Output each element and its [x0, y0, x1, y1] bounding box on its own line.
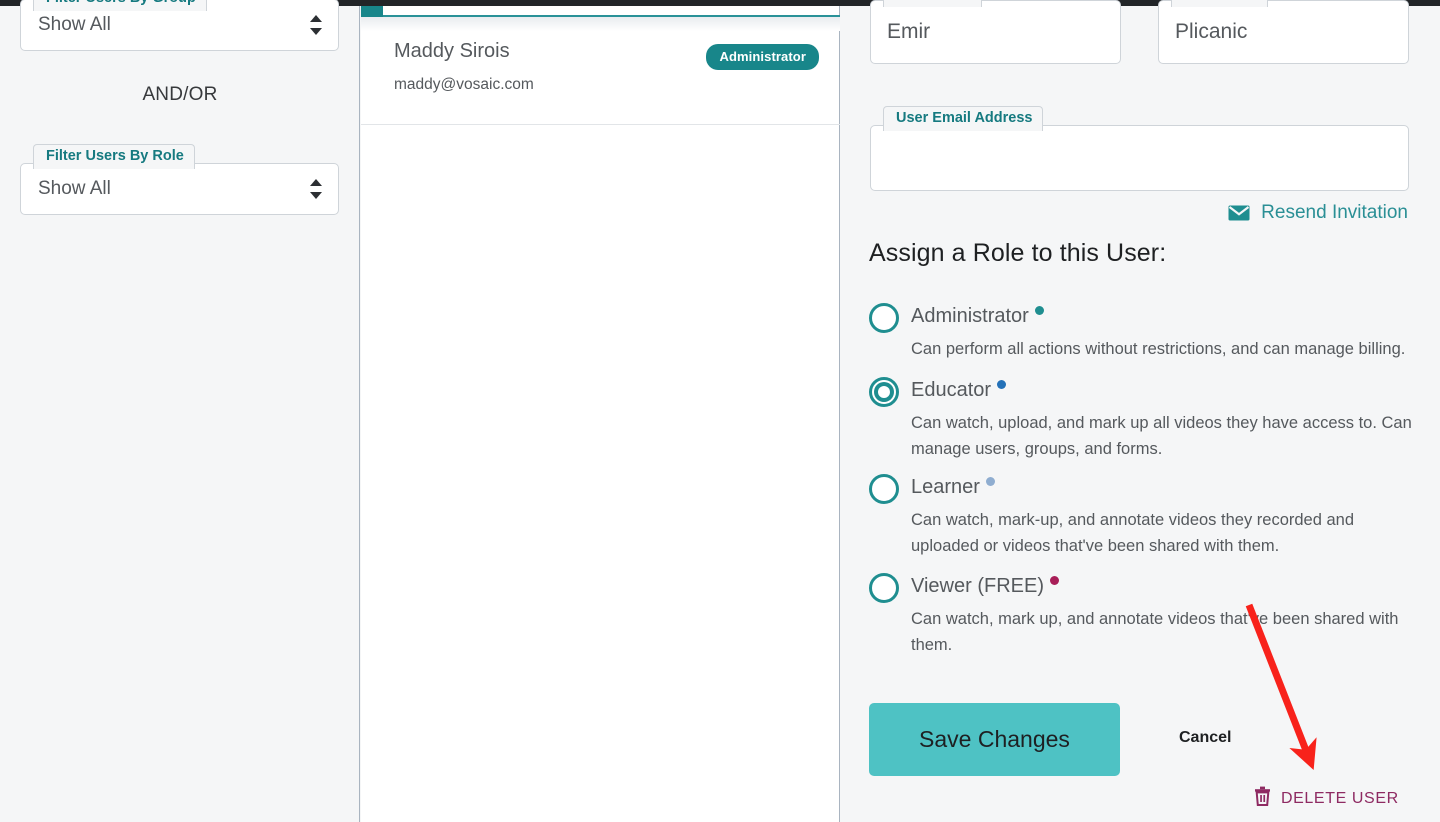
role-description-administrator: Can perform all actions without restrict…	[911, 340, 1406, 358]
user-list-panel: Maddy Sirois maddy@vosaic.com Administra…	[361, 6, 840, 822]
table-row[interactable]: Maddy Sirois maddy@vosaic.com Administra…	[361, 17, 840, 125]
radio-viewer[interactable]	[869, 573, 899, 603]
role-color-dot	[986, 477, 995, 486]
assign-role-heading: Assign a Role to this User:	[869, 239, 1167, 267]
panel-accent-tab	[361, 6, 383, 17]
envelope-icon	[1228, 205, 1250, 221]
filter-conjunction-label: AND/OR	[142, 84, 218, 105]
role-label-administrator: Administrator	[911, 305, 1029, 327]
role-color-dot	[1035, 306, 1044, 315]
user-management-screen: Filter Users By Group Show All AND/OR Fi…	[0, 0, 1440, 822]
filter-users-by-group-label: Filter Users By Group	[33, 0, 207, 11]
role-color-dot	[997, 380, 1006, 389]
last-name-label: Last Name	[1171, 0, 1269, 7]
resend-invitation-label: Resend Invitation	[1261, 202, 1408, 223]
radio-administrator[interactable]	[869, 303, 899, 333]
user-email-label: User Email Address	[883, 106, 1044, 131]
radio-educator[interactable]	[869, 377, 899, 407]
chevron-updown-icon	[310, 14, 322, 36]
status-badge: Administrator	[706, 44, 819, 70]
role-label-educator: Educator	[911, 379, 992, 401]
role-description-educator: Can watch, upload, and mark up all video…	[911, 414, 1412, 458]
cancel-button[interactable]: Cancel	[1179, 729, 1231, 747]
first-name-label: First Name	[883, 0, 982, 7]
delete-user-label: DELETE USER	[1281, 789, 1399, 807]
save-changes-button[interactable]: Save Changes	[869, 703, 1120, 776]
last-name-value: Plicanic	[1175, 20, 1248, 43]
filter-users-by-role-select[interactable]: Show All	[20, 163, 339, 215]
user-email-field[interactable]	[870, 125, 1409, 191]
filter-users-by-role-label: Filter Users By Role	[33, 144, 195, 169]
role-description-learner: Can watch, mark-up, and annotate videos …	[911, 511, 1355, 555]
first-name-value: Emir	[887, 20, 931, 43]
last-name-field[interactable]: Plicanic	[1158, 0, 1409, 64]
filter-users-by-group-value: Show All	[38, 14, 111, 35]
user-detail-panel: First Name Emir Last Name Plicanic User …	[841, 0, 1440, 822]
role-description-viewer: Can watch, mark up, and annotate videos …	[911, 610, 1399, 654]
first-name-field[interactable]: Emir	[870, 0, 1121, 64]
resend-invitation-link[interactable]: Resend Invitation	[1228, 202, 1408, 224]
user-email: maddy@vosaic.com	[394, 76, 534, 93]
filter-panel: Filter Users By Group Show All AND/OR Fi…	[0, 0, 360, 822]
user-name: Maddy Sirois	[394, 40, 510, 62]
trash-icon	[1254, 786, 1271, 811]
chevron-updown-icon	[310, 178, 322, 200]
filter-users-by-role-value: Show All	[38, 178, 111, 199]
role-label-learner: Learner	[911, 476, 980, 498]
role-label-viewer: Viewer (FREE)	[911, 575, 1044, 597]
role-color-dot	[1050, 576, 1059, 585]
delete-user-button[interactable]: DELETE USER	[1254, 786, 1399, 811]
radio-learner[interactable]	[869, 474, 899, 504]
